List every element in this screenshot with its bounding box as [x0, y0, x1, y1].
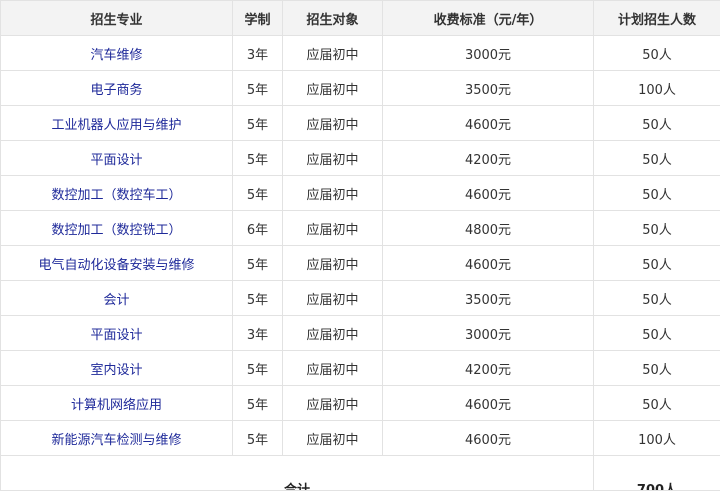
cell-fee: 4600元 — [383, 176, 594, 211]
cell-plan: 100人 — [594, 421, 720, 456]
cell-major[interactable]: 平面设计 — [1, 141, 233, 176]
cell-target: 应届初中 — [283, 106, 383, 141]
cell-plan: 50人 — [594, 36, 720, 71]
total-label: 合计 — [284, 479, 310, 491]
cell-major[interactable]: 电气自动化设备安装与维修 — [1, 246, 233, 281]
cell-fee: 4600元 — [383, 386, 594, 421]
cell-years: 5年 — [233, 351, 283, 386]
cell-fee: 4200元 — [383, 141, 594, 176]
cell-years: 3年 — [233, 316, 283, 351]
cell-plan: 50人 — [594, 316, 720, 351]
table-row: 电子商务5年应届初中3500元100人 — [1, 71, 720, 106]
cell-plan: 50人 — [594, 141, 720, 176]
cell-target: 应届初中 — [283, 141, 383, 176]
cell-major[interactable]: 数控加工（数控铣工） — [1, 211, 233, 246]
cell-target: 应届初中 — [283, 36, 383, 71]
table-row: 数控加工（数控铣工）6年应届初中4800元50人 — [1, 211, 720, 246]
cell-years: 5年 — [233, 281, 283, 316]
table-header: 招生专业 学制 招生对象 收费标准（元/年） 计划招生人数 — [1, 1, 720, 36]
cell-fee: 4800元 — [383, 211, 594, 246]
enrollment-table: 招生专业 学制 招生对象 收费标准（元/年） 计划招生人数 汽车维修3年应届初中… — [0, 0, 720, 491]
table-row: 汽车维修3年应届初中3000元50人 — [1, 36, 720, 71]
table-row: 数控加工（数控车工）5年应届初中4600元50人 — [1, 176, 720, 211]
cell-target: 应届初中 — [283, 316, 383, 351]
total-plan-cell: 700人 — [594, 456, 720, 491]
cell-target: 应届初中 — [283, 281, 383, 316]
cell-plan: 50人 — [594, 106, 720, 141]
cell-major[interactable]: 新能源汽车检测与维修 — [1, 421, 233, 456]
cell-years: 5年 — [233, 141, 283, 176]
header-plan: 计划招生人数 — [594, 1, 720, 36]
cell-years: 6年 — [233, 211, 283, 246]
total-plan: 700人 — [637, 479, 677, 491]
cell-major[interactable]: 平面设计 — [1, 316, 233, 351]
table-row: 平面设计3年应届初中3000元50人 — [1, 316, 720, 351]
cell-plan: 50人 — [594, 176, 720, 211]
cell-target: 应届初中 — [283, 386, 383, 421]
cell-fee: 4600元 — [383, 421, 594, 456]
cell-plan: 50人 — [594, 246, 720, 281]
table-row: 会计5年应届初中3500元50人 — [1, 281, 720, 316]
cell-years: 5年 — [233, 106, 283, 141]
cell-target: 应届初中 — [283, 176, 383, 211]
cell-target: 应届初中 — [283, 246, 383, 281]
cell-years: 5年 — [233, 421, 283, 456]
cell-plan: 100人 — [594, 71, 720, 106]
cell-plan: 50人 — [594, 386, 720, 421]
table-row: 室内设计5年应届初中4200元50人 — [1, 351, 720, 386]
cell-fee: 4600元 — [383, 106, 594, 141]
table-row: 平面设计5年应届初中4200元50人 — [1, 141, 720, 176]
cell-plan: 50人 — [594, 351, 720, 386]
cell-years: 5年 — [233, 71, 283, 106]
cell-major[interactable]: 室内设计 — [1, 351, 233, 386]
cell-major[interactable]: 电子商务 — [1, 71, 233, 106]
cell-fee: 3000元 — [383, 36, 594, 71]
cell-years: 5年 — [233, 246, 283, 281]
header-years: 学制 — [233, 1, 283, 36]
total-row: 合计 700人 — [1, 456, 720, 491]
cell-years: 5年 — [233, 176, 283, 211]
table-row: 电气自动化设备安装与维修5年应届初中4600元50人 — [1, 246, 720, 281]
table-row: 工业机器人应用与维护5年应届初中4600元50人 — [1, 106, 720, 141]
cell-major[interactable]: 工业机器人应用与维护 — [1, 106, 233, 141]
cell-fee: 4200元 — [383, 351, 594, 386]
table-body: 汽车维修3年应届初中3000元50人电子商务5年应届初中3500元100人工业机… — [1, 36, 720, 491]
header-fee: 收费标准（元/年） — [383, 1, 594, 36]
cell-fee: 3500元 — [383, 281, 594, 316]
cell-years: 5年 — [233, 386, 283, 421]
total-label-cell: 合计 — [1, 456, 594, 491]
cell-fee: 3500元 — [383, 71, 594, 106]
cell-major[interactable]: 数控加工（数控车工） — [1, 176, 233, 211]
cell-fee: 4600元 — [383, 246, 594, 281]
table-row: 新能源汽车检测与维修5年应届初中4600元100人 — [1, 421, 720, 456]
cell-plan: 50人 — [594, 211, 720, 246]
cell-target: 应届初中 — [283, 421, 383, 456]
cell-plan: 50人 — [594, 281, 720, 316]
header-major: 招生专业 — [1, 1, 233, 36]
cell-target: 应届初中 — [283, 211, 383, 246]
cell-target: 应届初中 — [283, 351, 383, 386]
header-target: 招生对象 — [283, 1, 383, 36]
cell-major[interactable]: 汽车维修 — [1, 36, 233, 71]
cell-years: 3年 — [233, 36, 283, 71]
cell-major[interactable]: 计算机网络应用 — [1, 386, 233, 421]
cell-target: 应届初中 — [283, 71, 383, 106]
table-row: 计算机网络应用5年应届初中4600元50人 — [1, 386, 720, 421]
cell-major[interactable]: 会计 — [1, 281, 233, 316]
header-row: 招生专业 学制 招生对象 收费标准（元/年） 计划招生人数 — [1, 1, 720, 36]
cell-fee: 3000元 — [383, 316, 594, 351]
